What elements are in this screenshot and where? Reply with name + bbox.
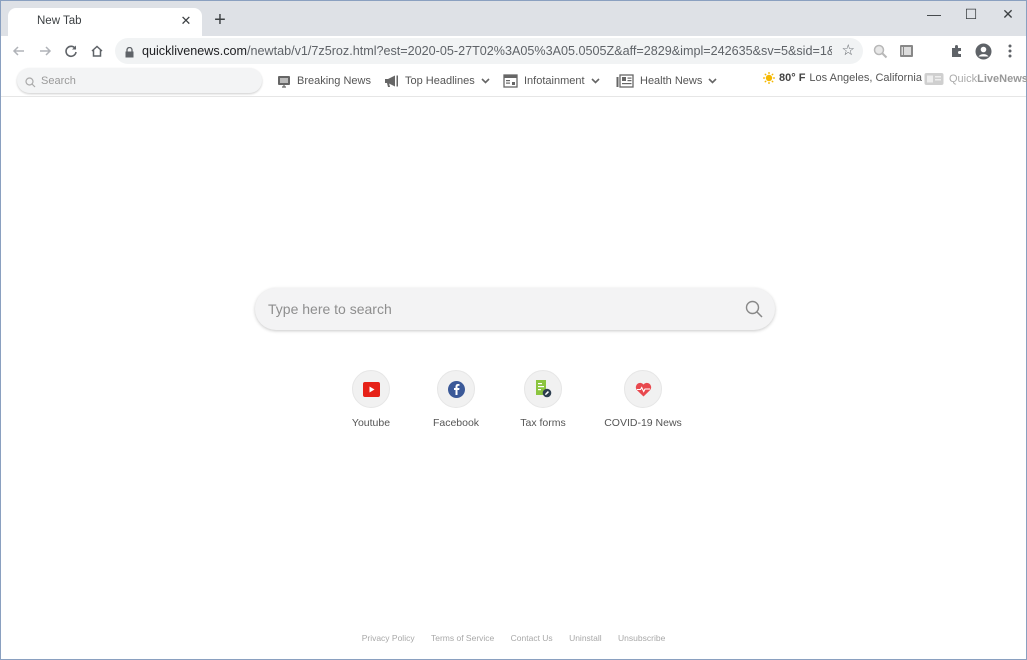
chevron-down-icon <box>481 76 496 87</box>
reload-icon[interactable] <box>61 41 81 61</box>
quicklivenews-logo-icon <box>924 73 944 85</box>
back-icon[interactable] <box>9 41 29 61</box>
chevron-down-icon <box>708 76 723 87</box>
tile-covid-19-news[interactable]: COVID-19 News <box>593 370 693 429</box>
url-text[interactable]: quicklivenews.com/newtab/v1/7z5roz.html?… <box>142 44 832 58</box>
tab-new-tab[interactable]: New Tab ✕ <box>8 8 202 36</box>
tv-news-icon <box>278 76 290 88</box>
weather-widget[interactable]: 80° F Los Angeles, California <box>763 72 922 84</box>
site-navbar: Breaking News Top Headlines Infotainment… <box>1 66 1027 97</box>
tile-label: COVID-19 News <box>604 417 682 429</box>
tile-icon-wrapper <box>624 370 662 408</box>
tile-label: Tax forms <box>520 417 566 429</box>
tax-form-icon <box>535 380 551 398</box>
chevron-down-icon <box>590 76 606 87</box>
nav-item-label: Health News <box>640 75 703 87</box>
tile-label: Facebook <box>432 417 480 429</box>
nav-item-label: Infotainment <box>524 75 585 87</box>
profile-icon[interactable] <box>973 41 993 61</box>
footer-link-privacy-policy[interactable]: Privacy Policy <box>362 633 415 643</box>
brand-prefix: Quick <box>949 72 978 85</box>
nav-search-box[interactable] <box>17 68 262 93</box>
main-search-input[interactable] <box>268 288 738 330</box>
footer-link-contact-us[interactable]: Contact Us <box>511 633 553 643</box>
zoom-icon[interactable] <box>870 41 890 61</box>
weather-location: Los Angeles, California <box>809 72 922 84</box>
new-tab-button[interactable]: + <box>211 10 229 30</box>
heart-pulse-icon <box>635 382 651 396</box>
reader-icon[interactable] <box>896 41 916 61</box>
tile-tax-forms[interactable]: Tax forms <box>493 370 593 429</box>
minimize-button[interactable]: — <box>916 4 952 24</box>
footer-link-uninstall[interactable]: Uninstall <box>569 633 602 643</box>
newspaper-icon <box>616 74 634 88</box>
youtube-icon <box>362 381 380 397</box>
menu-icon[interactable] <box>1000 41 1020 61</box>
nav-item-label: Top Headlines <box>405 75 475 87</box>
address-bar[interactable]: quicklivenews.com/newtab/v1/7z5roz.html?… <box>115 38 863 64</box>
footer-link-unsubscribe[interactable]: Unsubscribe <box>618 633 665 643</box>
forward-icon[interactable] <box>35 41 55 61</box>
brand-logo[interactable]: Quick LiveNews <box>924 71 1027 86</box>
tab-close-icon[interactable]: ✕ <box>178 13 194 29</box>
maximize-button[interactable]: ☐ <box>953 4 989 24</box>
lock-icon[interactable] <box>125 45 134 63</box>
brand-bold: LiveNews <box>977 72 1027 85</box>
tile-facebook[interactable]: Facebook <box>406 370 506 429</box>
sun-icon <box>763 72 775 84</box>
nav-item-health-news[interactable]: Health News <box>616 72 723 90</box>
search-icon <box>25 75 36 93</box>
url-path: /newtab/v1/7z5roz.html?est=2020-05-27T02… <box>247 44 832 58</box>
footer-link-terms-of-service[interactable]: Terms of Service <box>431 633 494 643</box>
search-icon[interactable] <box>745 300 763 323</box>
home-icon[interactable] <box>87 41 107 61</box>
megaphone-icon <box>385 75 398 87</box>
nav-item-label: Breaking News <box>297 75 371 87</box>
url-host: quicklivenews.com <box>142 44 247 58</box>
nav-item-breaking-news[interactable]: Breaking News <box>277 72 371 90</box>
tab-strip: New Tab ✕ + — ☐ ✕ <box>1 1 1026 36</box>
tab-title: New Tab <box>37 15 82 27</box>
nav-item-top-headlines[interactable]: Top Headlines <box>384 72 496 90</box>
tile-icon-wrapper <box>524 370 562 408</box>
star-icon[interactable]: ☆ <box>842 41 855 59</box>
calendar-icon <box>503 74 518 88</box>
facebook-icon <box>447 380 465 398</box>
tile-icon-wrapper <box>352 370 390 408</box>
footer: Privacy Policy Terms of Service Contact … <box>1 633 1026 643</box>
nav-search-input[interactable] <box>41 68 251 93</box>
extensions-icon[interactable] <box>947 41 967 61</box>
close-window-button[interactable]: ✕ <box>990 4 1026 24</box>
browser-window: New Tab ✕ + — ☐ ✕ quicklivenews.com/newt… <box>0 0 1027 660</box>
browser-toolbar: quicklivenews.com/newtab/v1/7z5roz.html?… <box>1 36 1026 66</box>
tile-icon-wrapper <box>437 370 475 408</box>
main-search-box[interactable] <box>255 288 775 330</box>
weather-temp: 80° F <box>779 72 806 84</box>
nav-item-infotainment[interactable]: Infotainment <box>503 72 606 90</box>
